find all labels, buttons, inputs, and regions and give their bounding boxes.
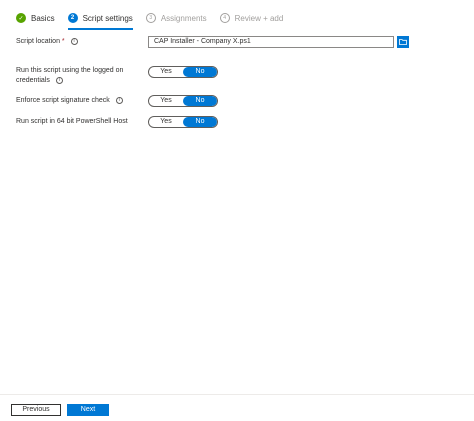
step-number-icon: 2 xyxy=(67,13,78,23)
step-label: Review + add xyxy=(234,13,284,23)
run-logged-on-toggle[interactable]: Yes No xyxy=(148,66,218,78)
toggle-yes[interactable]: Yes xyxy=(149,67,183,77)
run-64bit-toggle[interactable]: Yes No xyxy=(148,116,218,128)
footer-divider xyxy=(0,394,474,395)
toggle-no[interactable]: No xyxy=(183,96,217,106)
toggle-no[interactable]: No xyxy=(183,117,217,127)
run-64bit-row: Run script in 64 bit PowerShell Host Yes… xyxy=(16,116,218,128)
enforce-signature-label: Enforce script signature check i xyxy=(16,95,148,106)
previous-button[interactable]: Previous xyxy=(11,404,61,416)
enforce-signature-toggle[interactable]: Yes No xyxy=(148,95,218,107)
step-label: Script settings xyxy=(82,13,133,23)
info-icon[interactable]: i xyxy=(55,76,63,84)
checkmark-icon: ✓ xyxy=(16,13,26,23)
step-assignments[interactable]: 3 Assignments xyxy=(145,10,207,26)
toggle-no[interactable]: No xyxy=(183,67,217,77)
script-location-input[interactable]: CAP Installer - Company X.ps1 xyxy=(148,36,394,48)
enforce-signature-row: Enforce script signature check i Yes No xyxy=(16,95,218,107)
info-icon[interactable]: i xyxy=(115,96,123,104)
folder-icon xyxy=(399,39,407,45)
required-marker: * xyxy=(61,38,65,45)
step-number-icon: 4 xyxy=(219,13,230,23)
step-script-settings[interactable]: 2 Script settings xyxy=(67,10,134,30)
step-review-add[interactable]: 4 Review + add xyxy=(219,10,284,26)
step-label: Basics xyxy=(31,13,55,23)
script-location-label: Script location * i xyxy=(16,36,148,47)
next-button[interactable]: Next xyxy=(67,404,109,416)
toggle-yes[interactable]: Yes xyxy=(149,117,183,127)
script-location-row: Script location * i CAP Installer - Comp… xyxy=(16,36,409,48)
run-64bit-label: Run script in 64 bit PowerShell Host xyxy=(16,118,128,125)
step-number-icon: 3 xyxy=(145,13,156,23)
toggle-yes[interactable]: Yes xyxy=(149,96,183,106)
info-icon[interactable]: i xyxy=(70,37,78,45)
step-label: Assignments xyxy=(160,13,207,23)
step-basics[interactable]: ✓ Basics xyxy=(16,10,55,26)
browse-folder-button[interactable] xyxy=(397,36,409,48)
wizard-steps: ✓ Basics 2 Script settings 3 Assignments… xyxy=(16,10,296,30)
run-logged-on-row: Run this script using the logged on cred… xyxy=(16,66,218,86)
run-logged-on-label: Run this script using the logged on cred… xyxy=(16,67,124,84)
